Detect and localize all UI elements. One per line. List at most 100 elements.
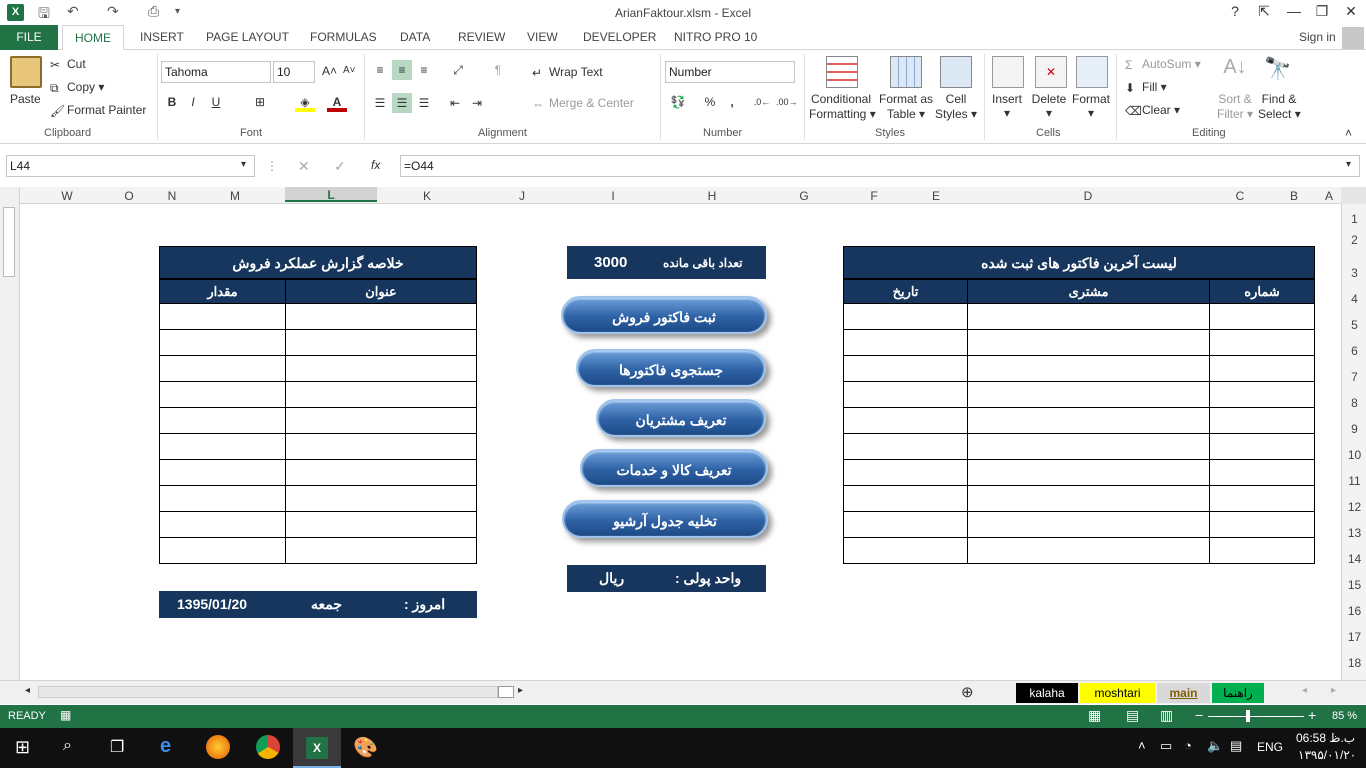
new-sheet-icon[interactable]: ⊕ [961, 683, 974, 701]
scroll-left-icon[interactable]: ◂ [25, 685, 30, 696]
align-left-icon[interactable]: ☰ [370, 93, 390, 113]
row-header[interactable]: 12 [1342, 500, 1366, 514]
clear-button[interactable]: ⌫Clear ▾ [1125, 103, 1180, 118]
sort-filter-button[interactable]: Sort & Filter ▾ [1215, 92, 1255, 122]
name-box[interactable]: L44 [6, 155, 255, 177]
font-name-select[interactable]: Tahoma [161, 61, 271, 83]
bold-button[interactable]: B [162, 92, 182, 112]
edge-icon[interactable]: e [160, 735, 171, 758]
grow-font-icon[interactable]: A˄ [322, 64, 337, 78]
col-header[interactable]: B [1271, 189, 1317, 203]
sheet-tab-kalaha[interactable]: kalaha [1016, 683, 1078, 703]
row-header[interactable]: 7 [1342, 370, 1366, 384]
clear-archive-button[interactable]: تخلیه جدول آرشیو [562, 500, 768, 538]
col-header[interactable]: M [185, 189, 285, 203]
tab-home[interactable]: HOME [62, 25, 124, 51]
underline-button[interactable]: U [206, 92, 226, 112]
chrome-icon[interactable] [256, 735, 280, 759]
paste-icon[interactable] [10, 56, 42, 88]
borders-icon[interactable]: ⊞ [250, 92, 270, 112]
clock-date[interactable]: ۱۳۹۵/۰۱/۲۰ [1298, 748, 1356, 762]
sign-in-link[interactable]: Sign in [1299, 30, 1336, 44]
select-all-corner[interactable] [1341, 187, 1366, 204]
row-header[interactable]: 6 [1342, 344, 1366, 358]
maximize-button[interactable]: ❐ [1308, 3, 1336, 20]
row-header[interactable]: 18 [1342, 656, 1366, 670]
register-invoice-button[interactable]: ثبت فاکتور فروش [561, 296, 767, 334]
col-header[interactable]: H [659, 189, 765, 203]
tab-developer[interactable]: DEVELOPER [583, 30, 656, 44]
insert-function-button[interactable]: fx [371, 158, 380, 172]
decrease-decimal-icon[interactable]: .00→ [776, 92, 798, 112]
task-view-icon[interactable]: ❐ [110, 737, 124, 757]
number-format-select[interactable]: Number [665, 61, 795, 83]
enter-icon[interactable]: ✓ [334, 158, 346, 175]
collapse-ribbon-icon[interactable]: ˄ [1345, 126, 1352, 140]
cancel-icon[interactable]: ✕ [298, 158, 310, 175]
zoom-slider[interactable] [1208, 716, 1304, 717]
help-button[interactable]: ? [1221, 3, 1249, 19]
col-header[interactable]: G [765, 189, 843, 203]
row-header[interactable]: 15 [1342, 578, 1366, 592]
increase-indent-icon[interactable]: ⇥ [467, 93, 487, 113]
ribbon-display-icon[interactable]: ⇱ [1250, 3, 1278, 20]
col-header[interactable]: K [377, 189, 477, 203]
col-header-selected[interactable]: L [285, 187, 377, 202]
define-goods-button[interactable]: تعریف کالا و خدمات [580, 449, 768, 487]
tab-data[interactable]: DATA [400, 30, 430, 44]
fill-color-icon[interactable]: ◈ [295, 92, 315, 112]
action-center-icon[interactable]: ▤ [1230, 738, 1242, 754]
format-painter-button[interactable]: 🖌 Format Painter [50, 103, 146, 118]
paint-icon[interactable]: 🎨 [353, 735, 378, 760]
row-header[interactable]: 10 [1342, 448, 1366, 462]
search-icon[interactable]: ⌕ [63, 737, 72, 755]
name-box-dropdown-icon[interactable]: ▾ [241, 159, 246, 170]
align-right-icon[interactable]: ☰ [414, 93, 434, 113]
define-customers-button[interactable]: تعریف مشتریان [596, 399, 766, 437]
sheet-tab-moshtari[interactable]: moshtari [1080, 683, 1155, 703]
fill-button[interactable]: ⬇ Fill ▾ [1125, 80, 1167, 95]
battery-icon[interactable]: ▭ [1160, 738, 1172, 754]
horizontal-scrollbar[interactable] [38, 686, 498, 698]
comma-button[interactable]: , [722, 92, 742, 112]
row-header[interactable]: 11 [1342, 474, 1366, 488]
decrease-indent-icon[interactable]: ⇤ [445, 93, 465, 113]
search-invoices-button[interactable]: جستجوی فاکتورها [576, 349, 766, 387]
row-header[interactable]: 14 [1342, 552, 1366, 566]
autosum-button[interactable]: Σ AutoSum ▾ [1125, 57, 1201, 72]
tab-view[interactable]: VIEW [527, 30, 558, 44]
scroll-right-icon[interactable]: ▸ [518, 685, 523, 696]
col-header[interactable]: I [567, 189, 659, 203]
zoom-level[interactable]: 85 % [1332, 710, 1357, 722]
font-size-select[interactable]: 10 [273, 61, 315, 83]
col-header[interactable]: W [37, 189, 97, 203]
delete-button[interactable]: Delete ▾ [1031, 92, 1067, 120]
col-header[interactable]: O [99, 189, 159, 203]
align-middle-icon[interactable]: ≡ [392, 60, 412, 80]
paste-button[interactable]: Paste [10, 92, 41, 106]
tab-formulas[interactable]: FORMULAS [310, 30, 377, 44]
prev-sheet-icon[interactable]: ◂ [1302, 685, 1307, 696]
expand-formula-icon[interactable]: ▾ [1346, 159, 1351, 170]
row-header[interactable]: 9 [1342, 422, 1366, 436]
wrap-text-button[interactable]: ↵ Wrap Text [532, 65, 603, 80]
row-header[interactable]: 13 [1342, 526, 1366, 540]
align-bottom-icon[interactable]: ≡ [414, 60, 434, 80]
font-color-icon[interactable]: A [327, 92, 347, 112]
vertical-scrollbar[interactable] [0, 187, 20, 680]
align-top-icon[interactable]: ≡ [370, 60, 390, 80]
row-header[interactable]: 1 [1342, 212, 1366, 226]
row-header[interactable]: 3 [1342, 266, 1366, 280]
horizontal-scroll-thumb[interactable] [498, 686, 514, 698]
cell-styles-button[interactable]: Cell Styles ▾ [934, 92, 978, 122]
sheet-tab-guide[interactable]: راهنما [1212, 683, 1264, 703]
windows-start-icon[interactable]: ⊞ [15, 737, 30, 758]
vertical-scroll-thumb[interactable] [3, 207, 15, 277]
col-header[interactable]: J [477, 189, 567, 203]
increase-decimal-icon[interactable]: .0← [752, 92, 772, 112]
close-button[interactable]: ✕ [1337, 3, 1365, 20]
tab-file[interactable]: FILE [0, 25, 58, 50]
zoom-slider-thumb[interactable] [1246, 710, 1250, 722]
minimize-button[interactable]: — [1280, 3, 1308, 19]
col-header[interactable]: N [159, 189, 185, 203]
